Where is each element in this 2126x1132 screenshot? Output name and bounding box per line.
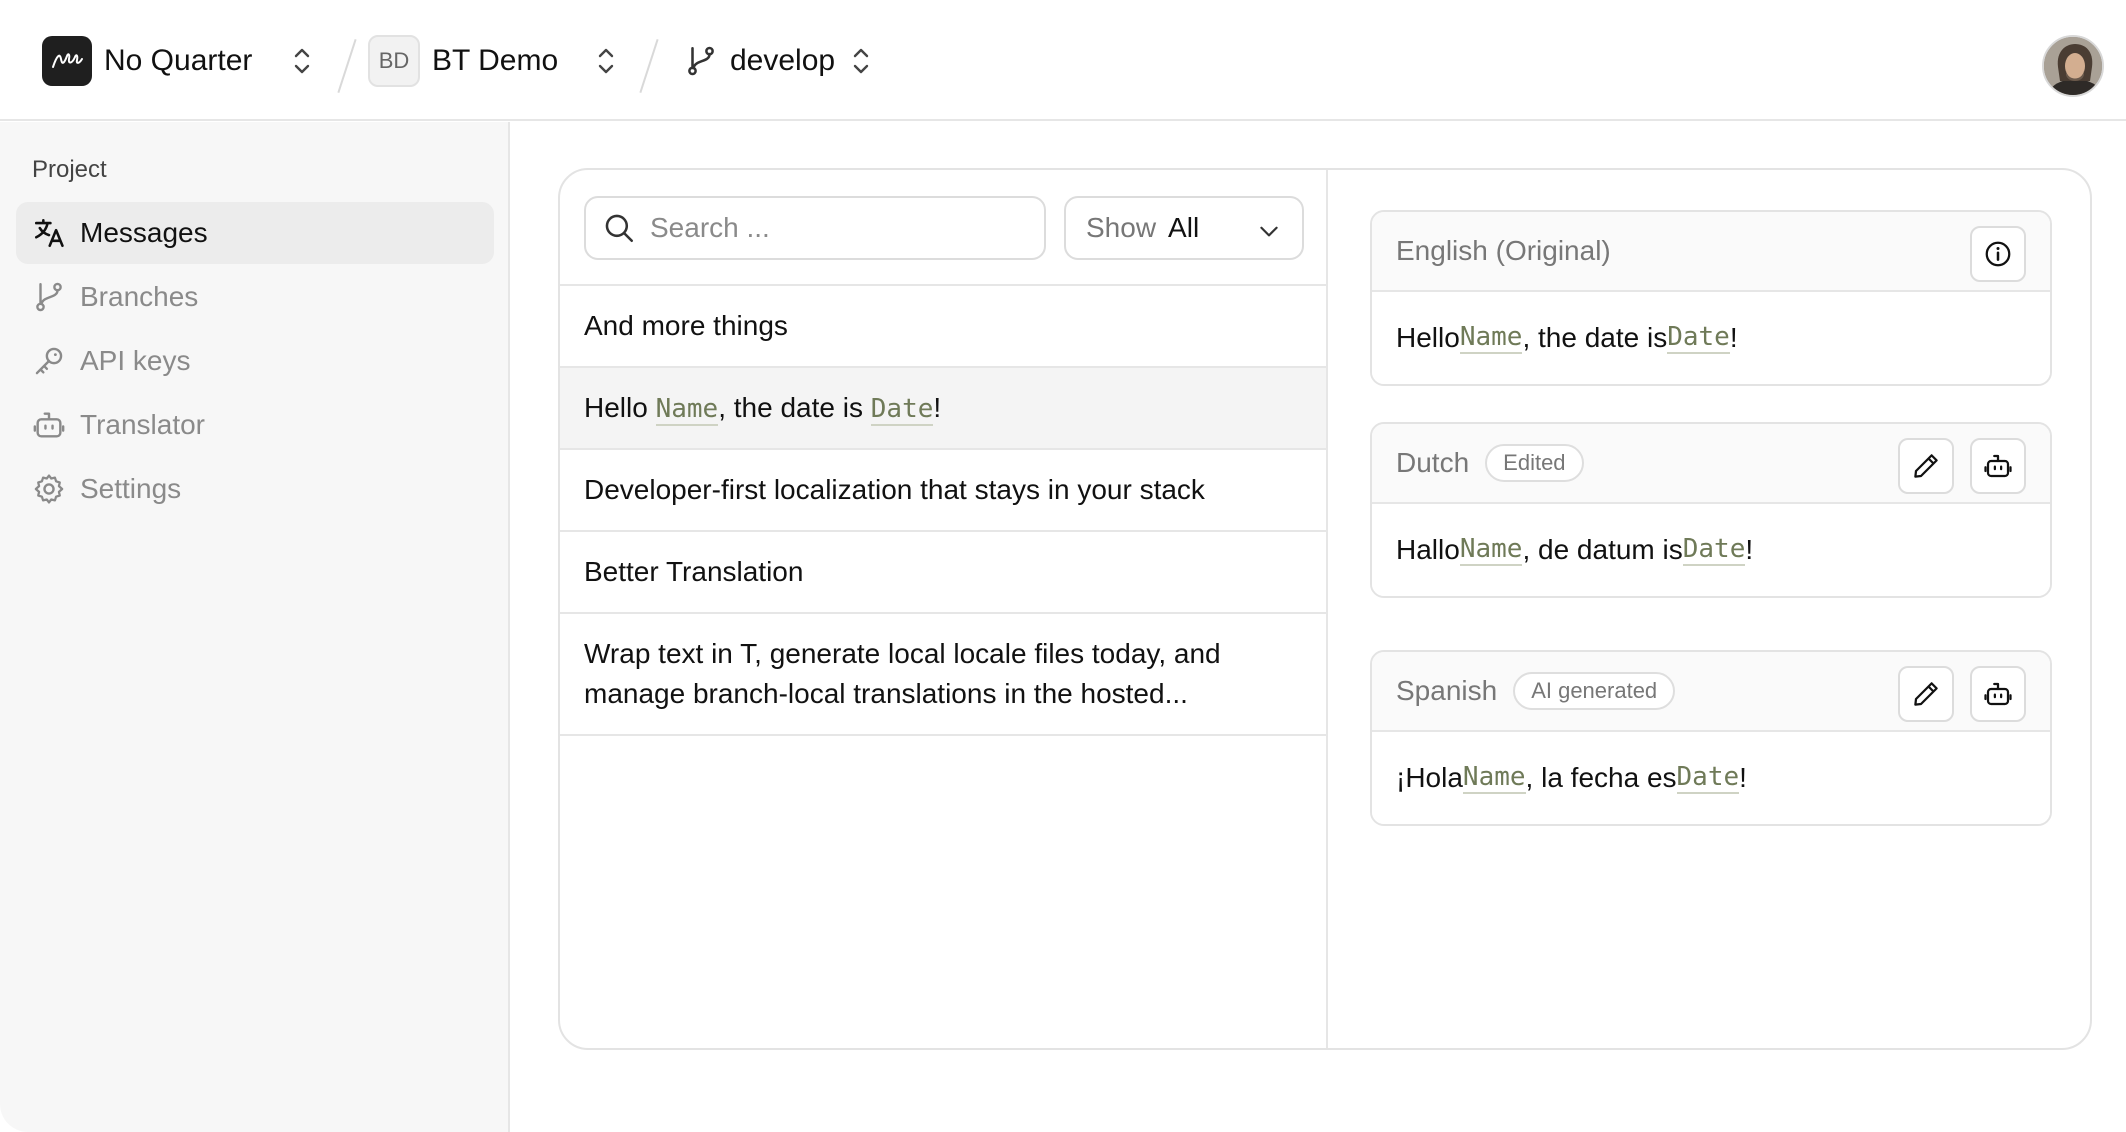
status-badge: Edited [1485,444,1584,482]
variable-token: Date [870,393,934,426]
language-name: English (Original) [1396,235,1611,266]
message-list-pane: Show All And more things Hello Name, the… [560,170,1328,1048]
bot-icon [1984,682,2012,706]
sidebar-item-translator[interactable]: Translator [16,394,494,456]
message-text: Wrap text in T, generate local locale fi… [584,638,1221,709]
breadcrumb-separator [639,39,659,93]
variable-token: Name [655,393,719,426]
status-badge: AI generated [1513,672,1676,710]
sidebar-item-branches[interactable]: Branches [16,266,494,328]
translation-text[interactable]: Hallo Name, de datum is Date! [1372,504,2050,596]
translation-card-header: Dutch Edited [1372,424,2050,504]
sidebar-item-label: Messages [80,217,208,248]
chevron-up-down-icon [295,48,310,73]
message-row[interactable]: Wrap text in T, generate local locale fi… [560,614,1326,736]
translation-card-header: English (Original) [1372,212,2050,292]
sidebar-item-api-keys[interactable]: API keys [16,330,494,392]
sidebar-item-label: API keys [80,345,191,376]
edit-button[interactable] [1898,438,1954,494]
message-row[interactable]: Better Translation [560,532,1326,614]
variable-token: Name [1462,762,1526,794]
sidebar-item-settings[interactable]: Settings [16,458,494,520]
variable-token: Date [1682,534,1746,566]
variable-token: Name [1459,322,1523,354]
project-name: BT Demo [432,43,559,77]
signature-logo-icon [52,52,83,68]
message-text: And more things [584,310,788,341]
translation-card-spanish: Spanish AI generated ¡Hola Name, la fech… [1370,650,2052,826]
sidebar-item-label: Settings [80,473,182,504]
message-text: Better Translation [584,556,804,587]
message-row[interactable]: Developer-first localization that stays … [560,450,1326,532]
sidebar-item-label: Branches [80,281,199,312]
info-button[interactable] [1970,226,2026,282]
branch-switcher[interactable]: develop [684,0,875,121]
sidebar-item-messages[interactable]: Messages [16,202,494,264]
sidebar-section-title: Project [32,156,107,183]
search-box[interactable] [584,196,1046,260]
variable-token: Date [1667,322,1730,354]
messages-panel: Show All And more things Hello Name, the… [558,168,2092,1050]
language-name: Spanish [1396,675,1498,706]
translation-text[interactable]: ¡Hola Name, la fecha es Date! [1372,732,2050,824]
search-input[interactable] [650,212,1030,244]
sidebar: Project Messages Branches API keys Trans… [0,122,510,1132]
bot-icon [1984,454,2012,478]
branch-icon [36,282,62,312]
user-avatar[interactable] [2042,35,2104,97]
pencil-icon [1914,454,1938,478]
chevron-up-down-icon [853,48,869,73]
info-icon [1985,241,2011,267]
show-filter-select[interactable]: Show All [1064,196,1304,260]
project-switcher[interactable]: BD BT Demo [368,0,620,121]
filter-label: Show [1086,212,1157,243]
org-switcher[interactable]: No Quarter [42,0,316,121]
ai-translate-button[interactable] [1970,438,2026,494]
translation-card-dutch: Dutch Edited Hallo Name, de datum is Dat… [1370,422,2052,598]
sidebar-item-label: Translator [80,409,206,440]
translation-card-header: Spanish AI generated [1372,652,2050,732]
project-badge: BD [368,34,420,87]
message-row-selected[interactable]: Hello Name, the date is Date! [560,368,1326,450]
message-text: Hello Name, the date is Date! [584,391,942,426]
message-text: Developer-first localization that stays … [584,474,1205,505]
branch-icon [688,46,714,75]
translation-text: Hello Name, the date is Date! [1372,292,2050,384]
variable-token: Date [1676,762,1740,794]
ai-translate-button[interactable] [1970,666,2026,722]
breadcrumb-separator [337,39,357,93]
key-icon [35,347,63,375]
search-icon [605,214,634,243]
variable-token: Name [1459,534,1523,566]
language-name: Dutch [1396,447,1470,478]
org-name: No Quarter [104,43,253,77]
top-bar: No Quarter BD BT Demo develop [0,0,2126,121]
pencil-icon [1914,682,1938,706]
avatar-photo-icon [2044,37,2102,95]
gear-icon [34,474,64,504]
chevron-up-down-icon [598,48,614,73]
message-row[interactable]: And more things [560,286,1326,368]
branch-name: develop [730,43,836,77]
translation-card-english: English (Original) Hello Name, the date … [1370,210,2052,386]
bot-icon [33,412,65,438]
edit-button[interactable] [1898,666,1954,722]
message-list: And more things Hello Name, the date is … [560,284,1328,736]
org-logo [42,35,92,86]
chevron-down-icon [1260,226,1278,237]
filter-value: All [1168,212,1200,243]
translate-icon [34,218,64,248]
